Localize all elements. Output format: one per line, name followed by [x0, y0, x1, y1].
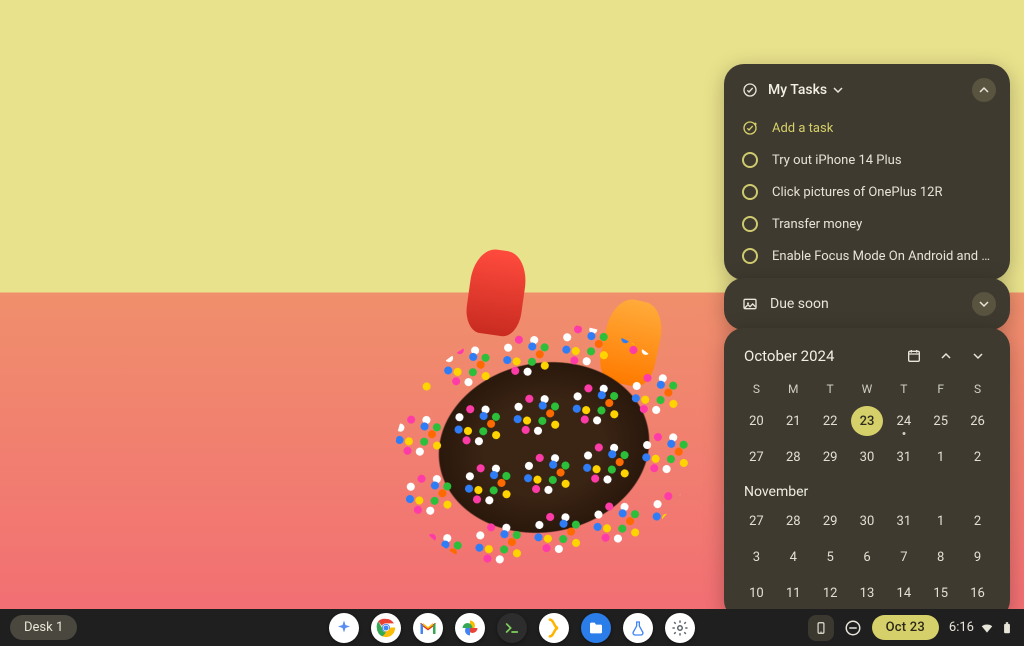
calendar-day[interactable]: 27 — [740, 442, 772, 472]
expand-button[interactable] — [972, 292, 996, 316]
calendar-dow: F — [922, 378, 959, 400]
calendar-day[interactable]: 28 — [777, 442, 809, 472]
wifi-icon — [980, 621, 994, 635]
calendar-next-month-label: November — [738, 472, 996, 506]
today-button[interactable] — [902, 344, 926, 368]
task-item[interactable]: Enable Focus Mode On Android and Windows… — [724, 240, 1010, 272]
task-label: Transfer money — [772, 217, 862, 232]
date-label: Oct 23 — [886, 620, 925, 635]
phone-hub-icon[interactable] — [808, 615, 834, 641]
due-soon-label: Due soon — [770, 296, 960, 312]
status-area[interactable]: 6:16 — [949, 620, 1014, 635]
calendar-day[interactable]: 30 — [851, 442, 883, 472]
shelf: Desk 1 — [0, 609, 1024, 646]
time-label: 6:16 — [949, 620, 974, 635]
calendar-day[interactable]: 1 — [925, 506, 957, 536]
calendar-day[interactable]: 5 — [814, 542, 846, 572]
calendar-day[interactable]: 21 — [777, 406, 809, 436]
calendar-day[interactable]: 6 — [851, 542, 883, 572]
calendar-day[interactable]: 26 — [962, 406, 994, 436]
gummy-bear-red-icon — [463, 247, 529, 339]
date-pill[interactable]: Oct 23 — [872, 615, 939, 640]
calendar-day[interactable]: 23 — [851, 406, 883, 436]
task-item[interactable]: Click pictures of OnePlus 12R — [724, 176, 1010, 208]
calendar-dow: S — [738, 378, 775, 400]
terminal-icon[interactable] — [497, 613, 527, 643]
image-icon — [742, 296, 758, 312]
calendar-dow: M — [775, 378, 812, 400]
calendar-day[interactable]: 9 — [962, 542, 994, 572]
task-checkbox[interactable] — [742, 216, 758, 232]
task-item[interactable]: Transfer money — [724, 208, 1010, 240]
task-label: Try out iPhone 14 Plus — [772, 153, 902, 168]
calendar-day[interactable]: 2 — [962, 442, 994, 472]
calendar-day[interactable]: 28 — [777, 506, 809, 536]
check-circle-icon — [742, 82, 758, 98]
calendar-day[interactable]: 24 — [888, 406, 920, 436]
desk-switcher[interactable]: Desk 1 — [10, 615, 77, 640]
gmail-icon[interactable] — [413, 613, 443, 643]
calendar-dow: T — [885, 378, 922, 400]
battery-icon — [1000, 621, 1014, 635]
tasks-header[interactable]: My Tasks — [724, 78, 1010, 112]
calendar-day[interactable]: 22 — [814, 406, 846, 436]
calendar-day[interactable]: 30 — [851, 506, 883, 536]
calendar-day[interactable]: 1 — [925, 442, 957, 472]
photos-icon[interactable] — [455, 613, 485, 643]
dnd-icon[interactable] — [844, 619, 862, 637]
calendar-day[interactable]: 29 — [814, 442, 846, 472]
calendar-panel: October 2024 SMTWTFS20212223242526272829… — [724, 328, 1010, 620]
calendar-grid: SMTWTFS20212223242526272829303112 — [738, 378, 996, 472]
settings-icon[interactable] — [665, 613, 695, 643]
calendar-day[interactable]: 25 — [925, 406, 957, 436]
calendar-day[interactable]: 10 — [740, 578, 772, 608]
calendar-day[interactable]: 31 — [888, 506, 920, 536]
calendar-dow: T — [812, 378, 849, 400]
calendar-day[interactable]: 11 — [777, 578, 809, 608]
calendar-day[interactable]: 14 — [888, 578, 920, 608]
calendar-day[interactable]: 2 — [962, 506, 994, 536]
task-checkbox[interactable] — [742, 184, 758, 200]
calendar-day[interactable]: 27 — [740, 506, 772, 536]
task-checkbox[interactable] — [742, 248, 758, 264]
prev-month-button[interactable] — [934, 344, 958, 368]
calendar-day[interactable]: 4 — [777, 542, 809, 572]
code-icon[interactable] — [539, 613, 569, 643]
add-task-label: Add a task — [772, 121, 833, 136]
calendar-dow: W — [849, 378, 886, 400]
calendar-day[interactable]: 13 — [851, 578, 883, 608]
calendar-day[interactable]: 3 — [740, 542, 772, 572]
wallpaper-subject — [394, 285, 704, 585]
calendar-day[interactable]: 7 — [888, 542, 920, 572]
chrome-icon[interactable] — [371, 613, 401, 643]
collapse-button[interactable] — [972, 78, 996, 102]
labs-icon[interactable] — [623, 613, 653, 643]
caret-down-icon — [833, 85, 843, 95]
task-label: Click pictures of OnePlus 12R — [772, 185, 942, 200]
calendar-grid-next: 272829303112345678910111213141516 — [738, 506, 996, 608]
calendar-day[interactable]: 12 — [814, 578, 846, 608]
task-checkbox[interactable] — [742, 152, 758, 168]
calendar-month-label: October 2024 — [744, 347, 894, 365]
task-label: Enable Focus Mode On Android and Windows… — [772, 249, 992, 264]
sprinkle-cookie-icon — [375, 301, 713, 594]
ai-sparkle-icon[interactable] — [329, 613, 359, 643]
tasks-title: My Tasks — [768, 82, 827, 98]
calendar-dow: S — [959, 378, 996, 400]
calendar-day[interactable]: 15 — [925, 578, 957, 608]
calendar-day[interactable]: 31 — [888, 442, 920, 472]
add-task-button[interactable]: Add a task — [724, 112, 1010, 144]
desk-label: Desk 1 — [24, 620, 63, 635]
calendar-day[interactable]: 29 — [814, 506, 846, 536]
calendar-day[interactable]: 20 — [740, 406, 772, 436]
task-item[interactable]: Try out iPhone 14 Plus — [724, 144, 1010, 176]
files-icon[interactable] — [581, 613, 611, 643]
calendar-day[interactable]: 16 — [962, 578, 994, 608]
next-month-button[interactable] — [966, 344, 990, 368]
tasks-panel: My Tasks Add a task Try out iPhone 14 Pl… — [724, 64, 1010, 280]
due-soon-section[interactable]: Due soon — [724, 278, 1010, 330]
calendar-day[interactable]: 8 — [925, 542, 957, 572]
shelf-apps — [329, 613, 695, 643]
add-task-icon — [742, 120, 758, 136]
